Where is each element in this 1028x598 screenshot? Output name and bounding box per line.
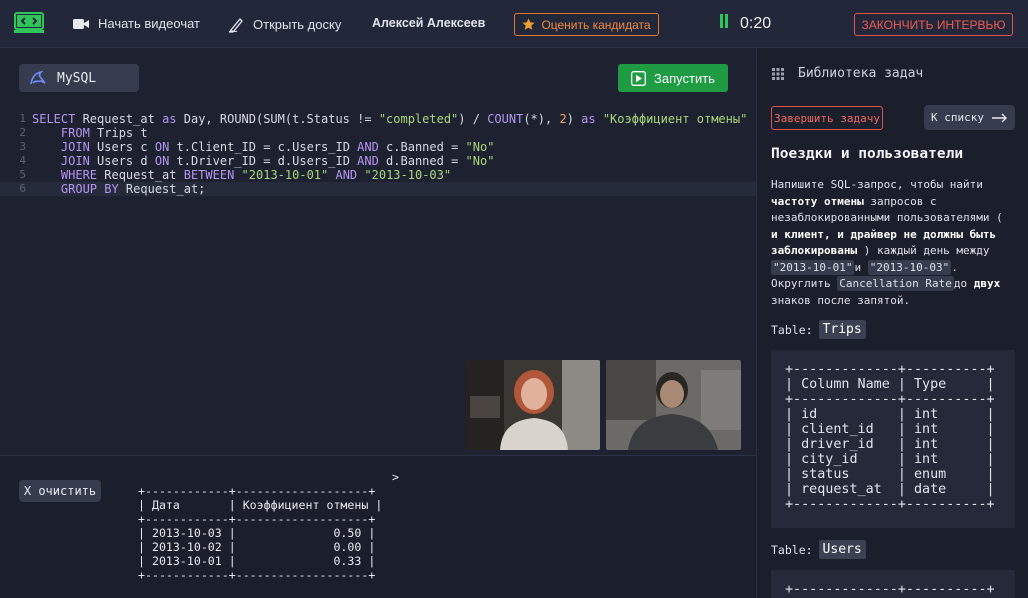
result-line: +------------+-------------------+ <box>138 568 376 582</box>
trips-schema: +-------------+----------+ | Column Name … <box>771 350 1015 528</box>
code-text[interactable]: FROM Trips t <box>32 126 148 140</box>
pause-icon[interactable] <box>720 14 730 33</box>
code-line[interactable]: 3 JOIN Users c ON t.Client_ID = c.Users_… <box>0 140 756 154</box>
end-interview-button[interactable]: ЗАКОНЧИТЬ ИНТЕРВЬЮ <box>854 13 1013 36</box>
grid-icon[interactable] <box>772 67 784 80</box>
users-table-label: Table: Users <box>771 540 866 559</box>
code-line[interactable]: 4 JOIN Users d ON t.Driver_ID = d.Users_… <box>0 154 756 168</box>
start-video-label: Начать видеочат <box>98 16 200 31</box>
desc-bold: двух <box>973 277 1001 290</box>
candidate-name: Алексей Алексеев <box>372 16 486 30</box>
video-camera-icon <box>73 18 89 29</box>
result-line: +------------+-------------------+ <box>138 512 376 526</box>
table-name: Trips <box>818 320 866 339</box>
line-number: 1 <box>19 112 26 125</box>
result-line: | 2013-10-01 | 0.33 | <box>138 554 376 568</box>
rate-candidate-label: Оценить кандидата <box>541 17 651 32</box>
code-editor[interactable]: 1 SELECT Request_at as Day, ROUND(SUM(t.S… <box>0 112 756 202</box>
schema-line: | Column Name | Type | <box>785 377 995 392</box>
table-name: Users <box>818 540 866 559</box>
code-text[interactable]: WHERE Request_at BETWEEN "2013-10-01" AN… <box>32 168 451 182</box>
rate-candidate-button[interactable]: Оценить кандидата <box>514 13 659 36</box>
clear-output-button[interactable]: X очистить <box>19 480 101 502</box>
inline-code: Cancellation Rate <box>837 276 954 291</box>
schema-table: +-------------+----------+ <box>785 582 995 597</box>
task-title: Поездки и пользователи <box>771 146 964 162</box>
schema-line: | city_id | int | <box>785 452 995 467</box>
task-description: Напишите SQL-запрос, чтобы найти частоту… <box>771 177 1016 309</box>
open-board-button[interactable]: Открыть доску <box>228 16 341 33</box>
library-header: Библиотека задач <box>772 66 923 81</box>
arrow-right-icon <box>991 113 1007 122</box>
participant-video <box>606 360 741 450</box>
result-line: | 2013-10-03 | 0.50 | <box>138 526 376 540</box>
play-icon <box>631 70 646 86</box>
prompt-line: > <box>392 470 399 484</box>
inline-code: "2013-10-03" <box>867 259 952 275</box>
schema-line: | driver_id | int | <box>785 437 995 452</box>
logo-icon[interactable] <box>14 12 44 34</box>
table-prefix: Table: <box>771 542 813 557</box>
interview-timer: 0:20 <box>720 14 771 33</box>
open-board-label: Открыть доску <box>253 17 342 32</box>
desc-text: до <box>953 277 974 290</box>
video-tile-interviewer[interactable] <box>606 360 741 450</box>
result-line: +------------+-------------------+ <box>138 484 376 498</box>
star-icon <box>522 18 535 30</box>
code-text[interactable]: SELECT Request_at as Day, ROUND(SUM(t.St… <box>32 112 747 126</box>
language-selector[interactable]: MySQL <box>19 64 139 92</box>
finish-task-button[interactable]: Завершить задачу <box>771 106 883 130</box>
line-number: 6 <box>19 182 26 195</box>
desc-text: Напишите SQL-запрос, чтобы найти <box>771 178 983 191</box>
code-text[interactable]: JOIN Users c ON t.Client_ID = c.Users_ID… <box>32 140 495 154</box>
desc-text: знаков после запятой. <box>771 293 911 307</box>
timer-value: 0:20 <box>740 14 772 32</box>
desc-text: и <box>854 260 868 274</box>
line-number: 5 <box>19 168 26 181</box>
run-button[interactable]: Запустить <box>618 64 728 92</box>
language-label: MySQL <box>57 70 97 86</box>
schema-line: | id | int | <box>785 407 995 422</box>
participant-video <box>466 360 600 450</box>
dolphin-icon <box>30 70 46 85</box>
desc-text: ) каждый день между <box>857 244 990 257</box>
video-tile-interviewee[interactable] <box>466 360 600 450</box>
back-to-list-button[interactable]: К списку <box>924 105 1015 130</box>
start-video-button[interactable]: Начать видеочат <box>73 16 200 31</box>
schema-line: | status | enum | <box>785 467 995 482</box>
table-prefix: Table: <box>771 322 813 337</box>
result-line: | Дата | Коэффициент отмены | <box>138 498 383 512</box>
line-number: 2 <box>19 126 26 139</box>
code-text[interactable]: JOIN Users d ON t.Driver_ID = d.Users_ID… <box>32 154 495 168</box>
desc-bold: частоту отмены <box>771 194 864 208</box>
users-schema: +-------------+----------+ <box>771 570 1015 598</box>
back-to-list-label: К списку <box>931 111 984 124</box>
code-line[interactable]: 5 WHERE Request_at BETWEEN "2013-10-01" … <box>0 168 756 182</box>
schema-table: +-------------+----------+ | Column Name … <box>785 362 995 512</box>
code-line[interactable]: 2 FROM Trips t <box>0 126 756 140</box>
line-number: 3 <box>19 140 26 153</box>
trips-table-label: Table: Trips <box>771 320 866 339</box>
code-line[interactable]: 1 SELECT Request_at as Day, ROUND(SUM(t.S… <box>0 112 756 126</box>
result-line: | 2013-10-02 | 0.00 | <box>138 540 376 554</box>
schema-line: | client_id | int | <box>785 422 995 437</box>
library-title: Библиотека задач <box>798 66 924 81</box>
run-label: Запустить <box>654 70 715 86</box>
code-line-active[interactable]: 6 GROUP BY Request_at; <box>0 182 756 196</box>
query-result: > +------------+-------------------+ | Дат… <box>138 470 399 582</box>
schema-line: +-------------+----------+ <box>785 362 995 377</box>
schema-line: | request_at | date | <box>785 482 995 497</box>
inline-code: "2013-10-01" <box>771 259 855 275</box>
schema-line: +-------------+----------+ <box>785 392 995 407</box>
code-text[interactable]: GROUP BY Request_at; <box>32 182 206 196</box>
schema-line: +-------------+----------+ <box>785 497 995 512</box>
line-number: 4 <box>19 154 26 167</box>
schema-line: +-------------+----------+ <box>785 582 995 597</box>
pen-icon <box>228 18 243 33</box>
